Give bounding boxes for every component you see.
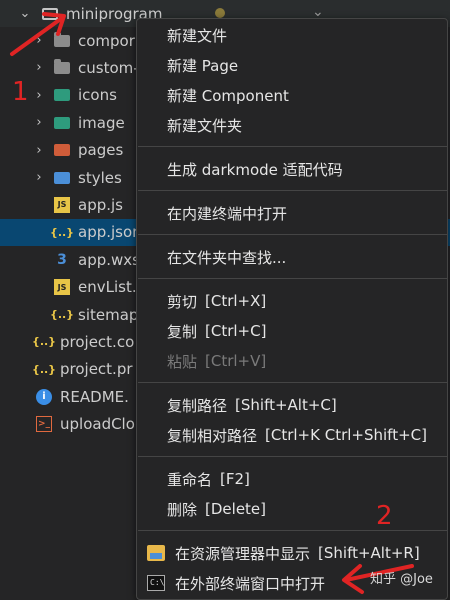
menu-item-shortcut: [Shift+Alt+C]	[235, 396, 337, 414]
menu-item-label: 新建文件	[167, 26, 228, 45]
menu-item[interactable]: 生成 darkmode 适配代码	[137, 156, 447, 182]
menu-separator	[138, 278, 448, 279]
menu-item-shortcut: [Ctrl+K Ctrl+Shift+C]	[265, 426, 427, 444]
menu-separator	[138, 530, 448, 531]
tree-label: styles	[78, 168, 122, 187]
powershell-file-icon: >_	[36, 416, 52, 433]
menu-item[interactable]: 剪切 [Ctrl+X]	[137, 288, 447, 314]
menu-item[interactable]: 新建文件夹	[137, 112, 447, 138]
folder-icon	[54, 31, 70, 47]
menu-separator	[138, 234, 448, 235]
menu-separator	[138, 146, 448, 147]
menu-item[interactable]: 复制 [Ctrl+C]	[137, 318, 447, 344]
menu-item[interactable]: 重命名 [F2]	[137, 466, 447, 492]
js-file-icon: JS	[54, 279, 70, 296]
menu-item-label: 粘贴	[167, 352, 198, 371]
folder-open-icon	[42, 7, 58, 20]
menu-item[interactable]: 新建 Component	[137, 82, 447, 108]
menu-item-label: 在外部终端窗口中打开	[175, 574, 326, 593]
chevron-right-icon[interactable]: ›	[32, 60, 46, 75]
json-file-icon: {..}	[49, 308, 75, 321]
menu-item-shortcut: [Ctrl+X]	[205, 292, 267, 310]
tree-label: envList.j	[78, 278, 141, 297]
watermark: 知乎 @Joe	[370, 572, 433, 587]
tree-label: project.co	[60, 332, 135, 351]
menu-item[interactable]: 在文件夹中查找...	[137, 244, 447, 270]
json-file-icon: {..}	[31, 335, 57, 349]
modified-dot-icon	[215, 8, 225, 18]
tree-label: app.wxs	[78, 250, 140, 269]
chevron-right-icon[interactable]: ›	[32, 33, 46, 48]
chevron-down-icon[interactable]: ⌄	[18, 6, 32, 21]
menu-item: 粘贴 [Ctrl+V]	[137, 348, 447, 374]
json-file-icon: {..}	[31, 362, 57, 376]
chevron-right-icon[interactable]: ›	[32, 143, 46, 158]
menu-item[interactable]: 复制路径 [Shift+Alt+C]	[137, 392, 447, 418]
tree-label: uploadClo	[60, 415, 135, 434]
folder-icon	[54, 58, 70, 74]
tree-label: project.pr	[60, 360, 133, 379]
menu-item-label: 剪切	[167, 292, 198, 311]
menu-item-shortcut: [F2]	[220, 470, 250, 488]
menu-separator	[138, 190, 448, 191]
css-file-icon: 3	[57, 251, 67, 268]
context-menu: 新建文件新建 Page 新建 Component 新建文件夹生成 darkmode …	[136, 18, 448, 600]
file-explorer-icon	[147, 545, 165, 561]
menu-item-label: 在资源管理器中显示	[175, 544, 311, 563]
menu-item[interactable]: 复制相对路径 [Ctrl+K Ctrl+Shift+C]	[137, 422, 447, 448]
menu-item-shortcut: [Ctrl+C]	[205, 322, 267, 340]
js-file-icon: JS	[54, 196, 70, 213]
folder-styles-icon	[54, 171, 70, 184]
tree-label: compor	[78, 31, 135, 50]
menu-item[interactable]: 新建文件	[137, 22, 447, 48]
chevron-right-icon[interactable]: ›	[32, 88, 46, 103]
menu-item-label: 新建 Page	[167, 56, 239, 75]
tree-label: custom-	[78, 58, 139, 77]
menu-item[interactable]: 新建 Page	[137, 52, 447, 78]
menu-separator	[138, 456, 448, 457]
tree-label: icons	[78, 86, 117, 105]
terminal-icon: C:\	[147, 575, 165, 591]
menu-item[interactable]: 在资源管理器中显示 [Shift+Alt+R]	[137, 540, 447, 566]
tree-label: app.json	[78, 223, 142, 242]
menu-item-label: 新建 Component	[167, 86, 289, 105]
tree-label: pages	[78, 141, 124, 160]
tree-label: sitemap	[78, 305, 139, 324]
menu-item-label: 生成 darkmode 适配代码	[167, 160, 343, 179]
menu-item-label: 在内建终端中打开	[167, 204, 288, 223]
menu-item-label: 在文件夹中查找...	[167, 248, 287, 267]
tree-label: README.	[60, 387, 129, 406]
menu-item-label: 删除	[167, 500, 198, 519]
menu-item[interactable]: 在内建终端中打开	[137, 200, 447, 226]
folder-image-icon	[54, 116, 70, 129]
menu-item-shortcut: [Delete]	[205, 500, 267, 518]
json-file-icon: {..}	[49, 225, 75, 239]
tree-label: image	[78, 113, 125, 132]
menu-item-shortcut: [Shift+Alt+R]	[318, 544, 420, 562]
menu-item-label: 重命名	[167, 470, 213, 489]
menu-item-label: 复制	[167, 322, 198, 341]
menu-item-label: 复制路径	[167, 396, 228, 415]
folder-pages-icon	[54, 144, 70, 157]
folder-icons-icon	[54, 89, 70, 102]
menu-separator	[138, 382, 448, 383]
tree-label: app.js	[78, 195, 123, 214]
menu-item-label: 复制相对路径	[167, 426, 258, 445]
menu-item-shortcut: [Ctrl+V]	[205, 352, 267, 370]
chevron-right-icon[interactable]: ›	[32, 115, 46, 130]
menu-item[interactable]: 删除 [Delete]	[137, 496, 447, 522]
menu-item-label: 新建文件夹	[167, 116, 243, 135]
chevron-right-icon[interactable]: ›	[32, 170, 46, 185]
info-file-icon: i	[36, 388, 52, 405]
